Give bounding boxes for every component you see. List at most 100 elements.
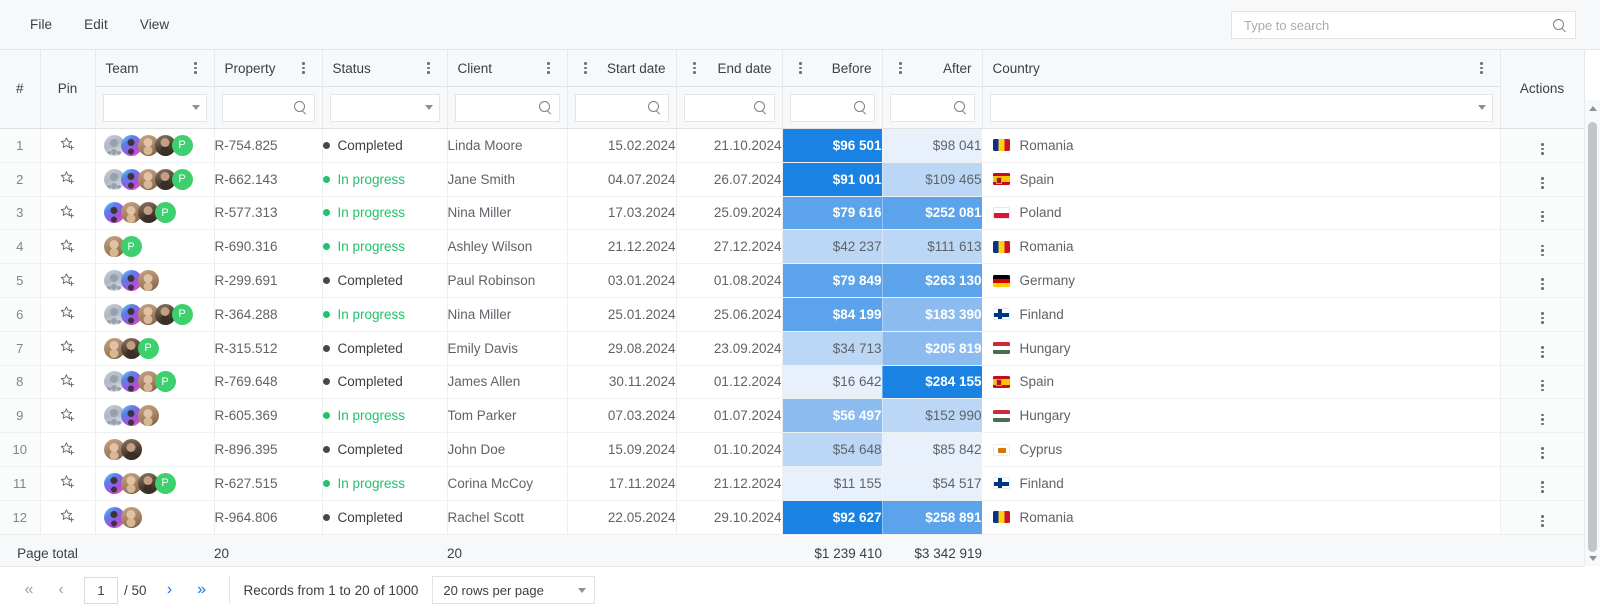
client-column-menu-icon[interactable] <box>541 60 557 76</box>
star-plus-icon[interactable] <box>59 373 77 391</box>
star-plus-icon[interactable] <box>59 441 77 459</box>
table-row[interactable]: 9 R-605.369 In progress Tom Parker 07.03.202… <box>0 398 1584 434</box>
prev-page-button[interactable]: ‹ <box>46 575 76 605</box>
table-row[interactable]: 10 R-896.395 Completed John Doe 15.09.2024 01… <box>0 432 1584 467</box>
after-column-menu-icon[interactable] <box>893 60 909 76</box>
star-plus-icon[interactable] <box>59 474 77 492</box>
star-plus-icon[interactable] <box>59 339 77 357</box>
star-plus-icon[interactable] <box>59 305 77 323</box>
rows-per-page-select[interactable]: 20 rows per page <box>432 576 596 604</box>
row-actions-menu-icon[interactable] <box>1534 209 1550 225</box>
actions-cell[interactable] <box>1500 128 1584 163</box>
col-header-after[interactable]: After <box>882 50 983 87</box>
before-column-menu-icon[interactable] <box>793 60 809 76</box>
menu-item-file[interactable]: File <box>14 11 68 38</box>
col-header-before[interactable]: Before <box>782 50 883 87</box>
table-row[interactable]: 11 P R-627.515 In progress Corina McCoy 17.11… <box>0 466 1584 501</box>
col-header-team[interactable]: Team <box>95 50 215 87</box>
row-actions-menu-icon[interactable] <box>1534 445 1550 461</box>
pin-cell[interactable] <box>40 128 96 163</box>
pin-cell[interactable] <box>40 196 96 231</box>
actions-cell[interactable] <box>1500 196 1584 231</box>
actions-cell[interactable] <box>1500 398 1584 434</box>
star-plus-icon[interactable] <box>59 204 77 222</box>
star-plus-icon[interactable] <box>59 508 77 526</box>
row-actions-menu-icon[interactable] <box>1534 479 1550 495</box>
filter-end-date-input[interactable] <box>683 93 775 122</box>
pin-cell[interactable] <box>40 162 96 197</box>
vertical-scrollbar[interactable] <box>1584 100 1600 566</box>
pin-cell[interactable] <box>40 365 96 400</box>
table-row[interactable]: 2 P R-662.143 In progress Jane Smith 04.07.20… <box>0 162 1584 197</box>
star-plus-icon[interactable] <box>59 136 77 154</box>
star-plus-icon[interactable] <box>59 238 77 256</box>
last-page-button[interactable]: » <box>187 575 217 605</box>
star-plus-icon[interactable] <box>59 407 77 425</box>
filter-property-input[interactable] <box>221 93 315 122</box>
pin-cell[interactable] <box>40 331 96 366</box>
start-date-column-menu-icon[interactable] <box>578 60 594 76</box>
actions-cell[interactable] <box>1500 466 1584 501</box>
filter-after-input[interactable] <box>889 93 975 122</box>
col-header-start-date[interactable]: Start date <box>567 50 677 87</box>
actions-cell[interactable] <box>1500 432 1584 467</box>
filter-before-input[interactable] <box>789 93 875 122</box>
table-row[interactable]: 1 P R-754.825 Completed Linda Moore 15.02.202… <box>0 128 1584 163</box>
col-header-status[interactable]: Status <box>322 50 448 87</box>
row-actions-menu-icon[interactable] <box>1534 411 1550 427</box>
actions-cell[interactable] <box>1500 365 1584 400</box>
row-actions-menu-icon[interactable] <box>1534 378 1550 394</box>
filter-country-select[interactable] <box>989 93 1493 122</box>
table-row[interactable]: 3 P R-577.313 In progress Nina Miller 17.03.2… <box>0 196 1584 231</box>
row-actions-menu-icon[interactable] <box>1534 141 1550 157</box>
filter-status-select[interactable] <box>329 93 440 122</box>
col-header-country[interactable]: Country <box>982 50 1501 87</box>
country-column-menu-icon[interactable] <box>1474 60 1490 76</box>
first-page-button[interactable]: « <box>14 575 44 605</box>
col-header-end-date[interactable]: End date <box>676 50 783 87</box>
col-header-client[interactable]: Client <box>447 50 568 87</box>
scroll-up-icon[interactable] <box>1585 100 1600 116</box>
avatar-more-badge[interactable]: P <box>171 303 193 325</box>
end-date-column-menu-icon[interactable] <box>687 60 703 76</box>
filter-team-select[interactable] <box>102 93 207 122</box>
scroll-down-icon[interactable] <box>1585 550 1600 566</box>
menu-item-view[interactable]: View <box>124 11 185 38</box>
property-column-menu-icon[interactable] <box>296 60 312 76</box>
actions-cell[interactable] <box>1500 297 1584 332</box>
team-column-menu-icon[interactable] <box>188 60 204 76</box>
row-actions-menu-icon[interactable] <box>1534 513 1550 529</box>
table-row[interactable]: 4 P R-690.316 In progress Ashley Wilson 21.12… <box>0 229 1584 265</box>
avatar-more-badge[interactable]: P <box>171 134 193 156</box>
global-search[interactable] <box>1231 11 1576 39</box>
pin-cell[interactable] <box>40 500 96 535</box>
filter-start-date-input[interactable] <box>574 93 669 122</box>
table-row[interactable]: 5 R-299.691 Completed Paul Robinson 03.01.20… <box>0 263 1584 298</box>
avatar-more-badge[interactable]: P <box>154 472 176 494</box>
table-row[interactable]: 7 P R-315.512 Completed Emily Davis 29.08.202… <box>0 331 1584 366</box>
pin-cell[interactable] <box>40 432 96 467</box>
actions-cell[interactable] <box>1500 162 1584 197</box>
pin-cell[interactable] <box>40 466 96 501</box>
avatar-more-badge[interactable]: P <box>120 236 142 258</box>
page-number-input[interactable] <box>84 576 118 604</box>
actions-cell[interactable] <box>1500 229 1584 265</box>
pin-cell[interactable] <box>40 398 96 434</box>
row-actions-menu-icon[interactable] <box>1534 276 1550 292</box>
row-actions-menu-icon[interactable] <box>1534 242 1550 258</box>
row-actions-menu-icon[interactable] <box>1534 175 1550 191</box>
filter-client-input[interactable] <box>454 93 560 122</box>
vertical-scrollbar-thumb[interactable] <box>1588 122 1597 552</box>
actions-cell[interactable] <box>1500 500 1584 535</box>
avatar-more-badge[interactable]: P <box>154 371 176 393</box>
table-row[interactable]: 6 P R-364.288 In progress Nina Miller 25.01.2… <box>0 297 1584 332</box>
avatar-more-badge[interactable]: P <box>154 202 176 224</box>
actions-cell[interactable] <box>1500 263 1584 298</box>
table-row[interactable]: 8 P R-769.648 Completed James Allen 30.11.202… <box>0 365 1584 400</box>
table-row[interactable]: 12 R-964.806 Completed Rachel Scott 22.05.20… <box>0 500 1584 535</box>
pin-cell[interactable] <box>40 263 96 298</box>
avatar-more-badge[interactable]: P <box>137 337 159 359</box>
star-plus-icon[interactable] <box>59 272 77 290</box>
col-header-property[interactable]: Property <box>214 50 323 87</box>
next-page-button[interactable]: › <box>155 575 185 605</box>
